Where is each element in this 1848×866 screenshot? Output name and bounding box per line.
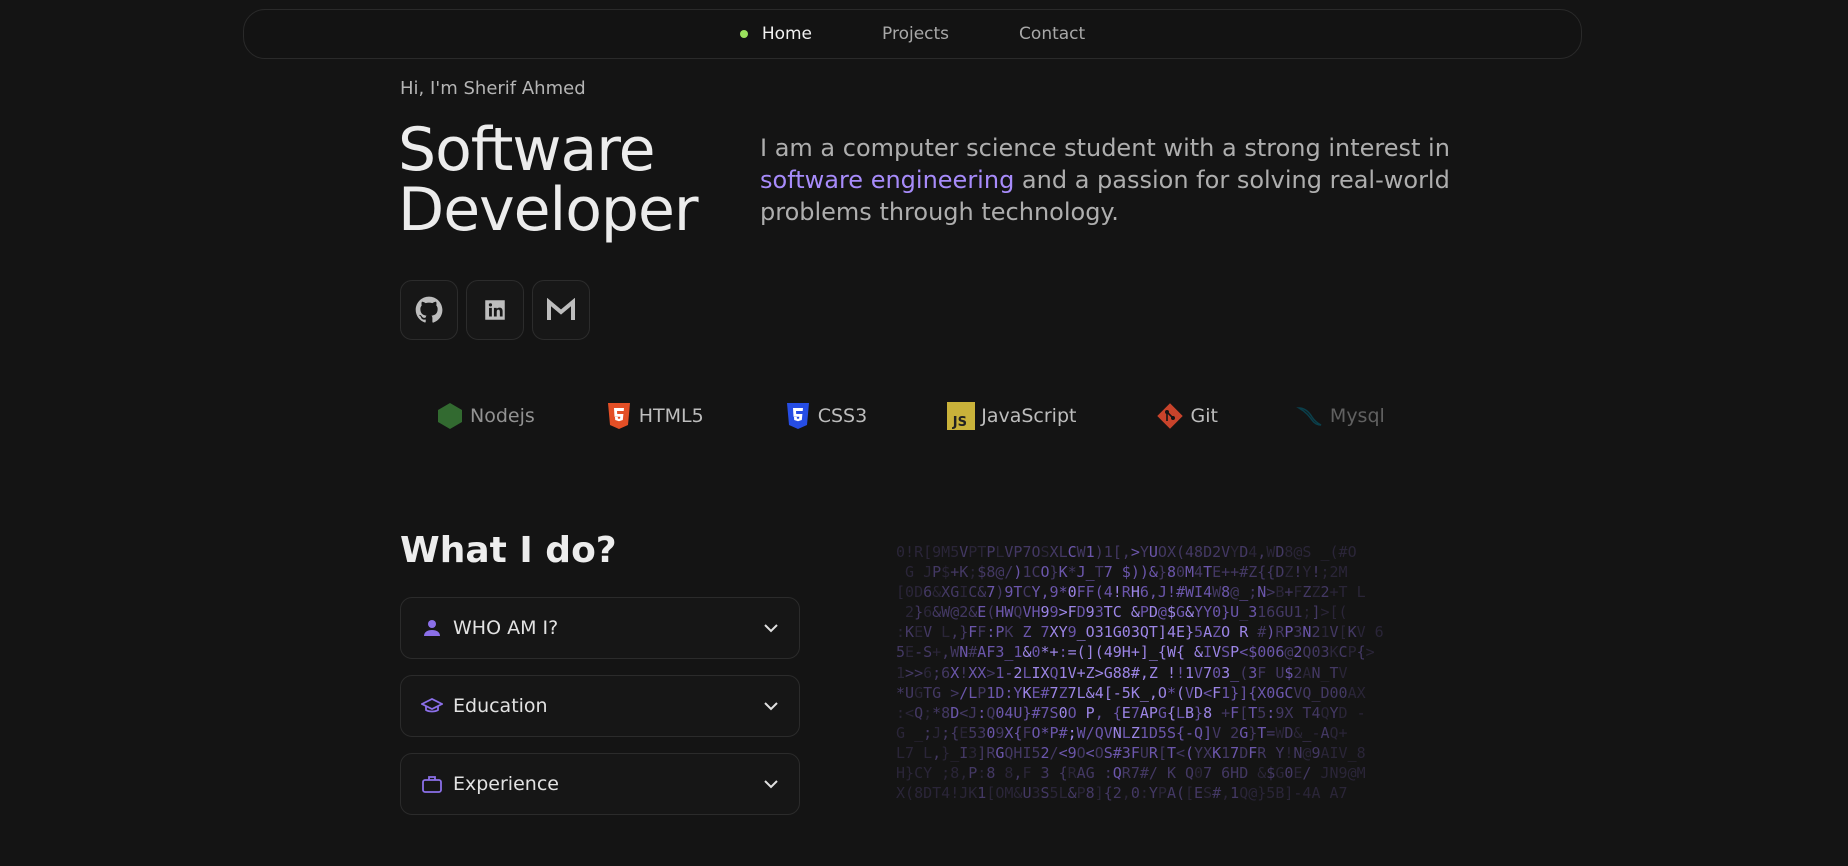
linkedin-button[interactable] — [466, 280, 524, 340]
skill-mysql: Mysql — [1296, 402, 1385, 430]
linkedin-icon — [485, 300, 505, 320]
skills-strip: Nodejs HTML5 CSS3 JS JavaScript Git Mysq… — [436, 402, 1385, 430]
github-button[interactable] — [400, 280, 458, 340]
matrix-line: 0!R[9M5VPTPLVP7OSXLCW1)1[,>YUOX(48D2VYD4… — [896, 543, 1357, 561]
accordion-label: Experience — [453, 773, 559, 795]
greeting-text: Hi, I'm Sherif Ahmed — [400, 78, 586, 99]
skill-javascript: JS JavaScript — [947, 402, 1076, 430]
skill-label: Mysql — [1329, 405, 1385, 427]
matrix-line: 1>>6;6X!XX>1-2LIXQ1V+Z>G88#,Z !!1V703_(3… — [896, 663, 1348, 682]
accordion-experience[interactable]: Experience — [400, 753, 800, 815]
bio-text-start: I am a computer science student with a s… — [760, 134, 1450, 162]
user-icon — [421, 617, 443, 639]
active-indicator-dot — [739, 30, 748, 38]
chevron-down-icon — [763, 698, 779, 714]
briefcase-icon — [421, 773, 443, 795]
matrix-line: [0D6&XGIC&7)9TCY,9*0FF(4!RH6,J!#WI4W8@_;… — [896, 583, 1366, 602]
matrix-line: 2}6&W@2&E(HWQVH99>FD93TC &PD@$G&YY0}U_31… — [905, 603, 1348, 622]
skill-label: Nodejs — [470, 405, 535, 427]
social-links — [400, 280, 590, 340]
matrix-text-animation: 0!R[9M5VPTPLVP7OSXLCW1)1[,>YUOX(48D2VYD4… — [896, 542, 1426, 804]
what-i-do-title: What I do? — [400, 530, 617, 571]
skill-css3: CSS3 — [784, 402, 867, 430]
matrix-line: G JP$+K;$8@/)1CO}K*J_T7 $))&}80M4TE++#Z{… — [905, 563, 1348, 582]
skill-git: Git — [1156, 402, 1218, 430]
chevron-down-icon — [763, 776, 779, 792]
gmail-button[interactable] — [532, 280, 590, 340]
hero-title-line2: Developer — [398, 175, 699, 245]
graduation-cap-icon — [421, 695, 443, 717]
bio-highlight: software engineering — [760, 166, 1015, 194]
matrix-line: 5E-S+,WN#AF3_1&0*+:=(](49H+]_{W{ &IVSP<$… — [896, 643, 1375, 662]
skill-html5: HTML5 — [605, 402, 704, 430]
nav-contact-label: Contact — [1019, 24, 1086, 44]
nav-projects[interactable]: Projects — [882, 24, 949, 44]
matrix-line: *UGTG >/LP1D:YKE#7Z7L&4[-5K_,O*(VD<F1}]{… — [896, 683, 1366, 702]
skill-label: HTML5 — [638, 405, 704, 427]
css3-icon — [784, 402, 812, 430]
matrix-line: L7 L,}_I3]RGQHI52/<9O<OS#3FUR[T<(YXK17DF… — [896, 743, 1366, 762]
accordion-label: WHO AM I? — [453, 617, 559, 639]
skill-label: JavaScript — [981, 405, 1077, 427]
accordion-education[interactable]: Education — [400, 675, 800, 737]
hero-title: Software Developer — [398, 120, 738, 240]
skill-label: CSS3 — [817, 405, 868, 427]
github-icon — [415, 296, 443, 323]
matrix-line: :<Q;*8D<J:Q04U}#7S0O P, {E7APG{LB}8 +F[T… — [896, 703, 1366, 722]
matrix-line: X(8DT4!JK1[OM&U3S5L&P8]{2,0:YPA([ES#,1Q@… — [896, 784, 1348, 803]
mysql-icon — [1296, 402, 1324, 430]
skill-label: Git — [1190, 405, 1218, 427]
gmail-icon — [547, 298, 575, 320]
nav-projects-label: Projects — [882, 24, 950, 44]
accordion-label: Education — [453, 695, 548, 717]
accordion-who-am-i[interactable]: WHO AM I? — [400, 597, 800, 659]
nav-contact[interactable]: Contact — [1019, 24, 1085, 44]
git-icon — [1156, 402, 1184, 430]
chevron-down-icon — [763, 620, 779, 636]
skill-nodejs: Nodejs — [436, 402, 535, 430]
matrix-line: H}CY ;8,P:8 8,F 3 {RAG :QR7#/ K Q07 6HD … — [896, 764, 1366, 783]
nav-home[interactable]: Home — [739, 24, 813, 44]
top-navbar: Home Projects Contact — [243, 9, 1582, 59]
nav-home-label: Home — [761, 24, 813, 44]
html5-icon — [605, 402, 633, 430]
nodejs-icon — [436, 402, 464, 430]
javascript-icon: JS — [947, 402, 976, 430]
hero-bio: I am a computer science student with a s… — [760, 132, 1460, 228]
svg-text:JS: JS — [952, 415, 967, 430]
matrix-line: G _;J;{E5309X{FO*P#;W/QVNLZ1D5S{-Q]V 2G}… — [896, 723, 1348, 742]
matrix-line: :KEV L,}FF:PK Z 7XY9_O31G03QT]4E}5AZO R … — [896, 623, 1384, 642]
